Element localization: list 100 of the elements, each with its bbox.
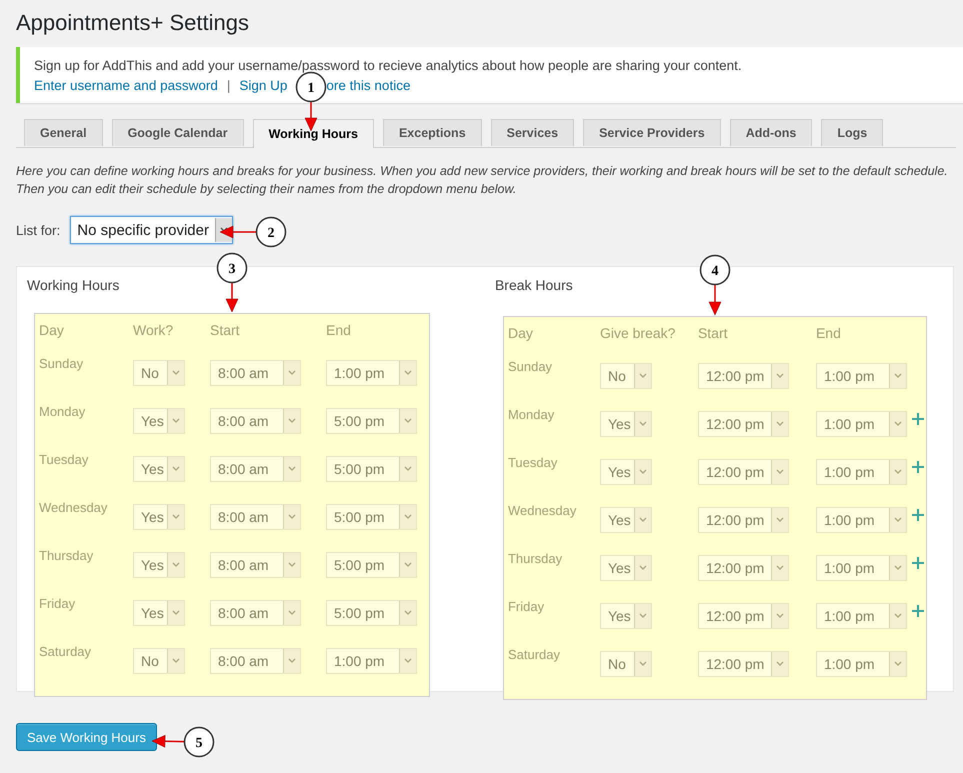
start-time-select[interactable]: 8:00 am [210, 408, 301, 434]
notice-link[interactable]: ore this notice [326, 78, 410, 93]
end-time-select[interactable]: 1:00 pm [816, 411, 907, 437]
day-label: Saturday [39, 643, 92, 659]
description-text: Here you can define working hours and breaks for your business. When you add new service providers, their working and break hours will be set to the default schedule. Then you can edit their schedule by selecting their names from the dropdown menu below. [16, 163, 949, 198]
end-time-select[interactable]: 1:00 pm [816, 651, 907, 677]
settings-tab[interactable]: Logs [821, 119, 884, 146]
yes-no-select[interactable]: Yes [600, 555, 652, 581]
chevron-down-icon [776, 565, 784, 571]
chevron-down-icon [894, 613, 902, 619]
day-label: Monday [39, 403, 86, 419]
end-time-select[interactable]: 1:00 pm [816, 507, 907, 533]
yes-no-select[interactable]: Yes [600, 603, 652, 629]
end-time-select[interactable]: 5:00 pm [326, 456, 417, 482]
yes-no-select[interactable]: No [133, 360, 185, 386]
day-label: Monday [508, 406, 556, 422]
day-label: Sunday [39, 355, 84, 371]
chevron-down-icon [638, 421, 647, 427]
notice-link[interactable]: Sign Up [239, 78, 288, 93]
end-time-select[interactable]: 5:00 pm [326, 408, 417, 434]
save-button[interactable]: Save Working Hours [16, 723, 157, 751]
chevron-down-icon [288, 514, 296, 520]
end-time-select[interactable]: 5:00 pm [326, 600, 417, 626]
settings-tab[interactable]: Working Hours [252, 119, 374, 148]
link-separator: | [226, 78, 230, 93]
callout-number: 5 [184, 726, 214, 758]
start-time-select[interactable]: 8:00 am [210, 648, 301, 674]
column-header: End [326, 322, 352, 338]
callout-number: 2 [256, 216, 286, 248]
day-label: Friday [508, 598, 546, 614]
column-header: Start [210, 322, 241, 338]
end-time-select[interactable]: 1:00 pm [816, 555, 907, 581]
end-time-select[interactable]: 1:00 pm [816, 363, 907, 389]
yes-no-select[interactable]: Yes [600, 507, 652, 533]
pointer-arrow [708, 285, 722, 316]
yes-no-select[interactable]: No [600, 651, 652, 677]
end-time-select[interactable]: 1:00 pm [816, 603, 907, 629]
settings-tab[interactable]: Add-ons [730, 119, 812, 146]
day-label: Sunday [508, 358, 554, 374]
start-time-select[interactable]: 12:00 pm [698, 507, 789, 533]
chevron-down-icon [638, 661, 647, 667]
column-header: Day [508, 325, 534, 341]
yes-no-select[interactable]: Yes [133, 552, 185, 578]
end-time-select[interactable]: 5:00 pm [326, 504, 417, 530]
yes-no-select[interactable]: Yes [600, 411, 652, 437]
yes-no-select[interactable]: No [600, 363, 652, 389]
settings-tab[interactable]: General [24, 119, 103, 146]
column-header: Day [39, 322, 65, 338]
chevron-down-icon [638, 469, 647, 475]
start-time-select[interactable]: 12:00 pm [698, 411, 789, 437]
start-time-select[interactable]: 8:00 am [210, 552, 301, 578]
chevron-down-icon [894, 469, 902, 475]
yes-no-select[interactable]: Yes [600, 459, 652, 485]
settings-tab[interactable]: Exceptions [382, 119, 482, 146]
start-time-select[interactable]: 8:00 am [210, 456, 301, 482]
settings-tab[interactable]: Services [490, 119, 574, 146]
chevron-down-icon [172, 466, 180, 472]
chevron-down-icon [638, 517, 647, 523]
chevron-down-icon [638, 373, 647, 379]
chevron-down-icon [288, 562, 296, 568]
end-time-select[interactable]: 1:00 pm [326, 360, 417, 386]
chevron-down-icon [638, 565, 647, 571]
chevron-down-icon [894, 421, 902, 427]
end-time-select[interactable]: 5:00 pm [326, 552, 417, 578]
start-time-select[interactable]: 12:00 pm [698, 363, 789, 389]
yes-no-select[interactable]: Yes [133, 456, 185, 482]
notice-link[interactable]: Enter username and password [34, 78, 218, 93]
yes-no-select[interactable]: Yes [133, 408, 185, 434]
start-time-select[interactable]: 8:00 am [210, 600, 301, 626]
callout-number: 1 [296, 72, 326, 102]
yes-no-select[interactable]: Yes [133, 504, 185, 530]
pointer-arrow [220, 226, 256, 238]
chevron-down-icon [172, 514, 180, 520]
chevron-down-icon [288, 658, 296, 664]
day-label: Thursday [508, 550, 564, 566]
provider-select[interactable]: No specific provider [70, 216, 233, 244]
end-time-select[interactable]: 1:00 pm [816, 459, 907, 485]
start-time-select[interactable]: 12:00 pm [698, 651, 789, 677]
yes-no-select[interactable]: No [133, 648, 185, 674]
chevron-down-icon [776, 421, 784, 427]
start-time-select[interactable]: 8:00 am [210, 504, 301, 530]
day-label: Wednesday [508, 502, 578, 518]
list-for-label: List for: [16, 222, 60, 238]
chevron-down-icon [172, 562, 180, 568]
start-time-select[interactable]: 12:00 pm [698, 459, 789, 485]
settings-tab[interactable]: Service Providers [583, 119, 721, 146]
day-label: Tuesday [508, 454, 558, 470]
start-time-select[interactable]: 8:00 am [210, 360, 301, 386]
notice-message: Sign up for AddThis and add your username/password to recieve analytics about how people are sharing your content. [34, 58, 743, 73]
day-label: Tuesday [39, 451, 90, 467]
chevron-down-icon [894, 373, 902, 379]
settings-tab[interactable]: Google Calendar [112, 119, 244, 146]
callout-number: 4 [700, 254, 730, 286]
chevron-down-icon [776, 613, 784, 619]
end-time-select[interactable]: 1:00 pm [326, 648, 417, 674]
chevron-down-icon [172, 658, 180, 664]
start-time-select[interactable]: 12:00 pm [698, 555, 789, 581]
yes-no-select[interactable]: Yes [133, 600, 185, 626]
chevron-down-icon [776, 661, 784, 667]
start-time-select[interactable]: 12:00 pm [698, 603, 789, 629]
